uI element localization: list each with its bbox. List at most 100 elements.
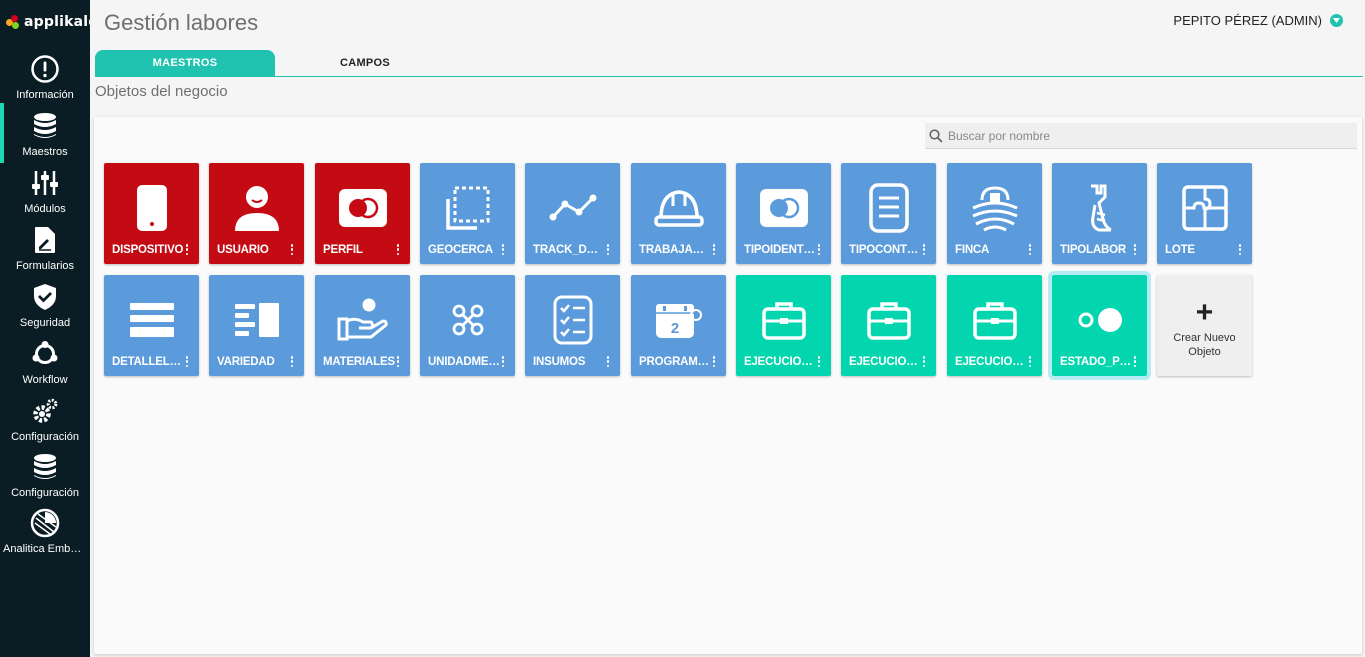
object-card-label: PERFIL <box>323 244 363 256</box>
more-vert-icon[interactable] <box>501 356 505 367</box>
object-card-insumos[interactable]: INSUMOS <box>525 275 620 376</box>
object-card-dispositivo[interactable]: DISPOSITIVO <box>104 163 199 264</box>
sidebar-item-label: Seguridad <box>19 317 71 329</box>
user-menu[interactable]: PEPITO PÉREZ (ADMIN) <box>1173 13 1343 28</box>
section-title: Objetos del negocio <box>95 83 228 100</box>
sidebar-item-formularios[interactable]: Formularios <box>0 225 90 281</box>
more-vert-icon[interactable] <box>1238 244 1242 255</box>
database-icon <box>30 452 60 482</box>
trend-line-icon <box>525 181 620 235</box>
more-vert-icon[interactable] <box>817 356 821 367</box>
object-card-unidadmedida[interactable]: UNIDADMEDIDA <box>420 275 515 376</box>
object-card-label: EJECUCIONINSUMO <box>849 356 921 368</box>
object-card-tipoidentificacion[interactable]: TIPOIDENTIFICACION <box>736 163 831 264</box>
object-card-label: TRACK_DEVICE <box>533 244 605 256</box>
more-vert-icon[interactable] <box>606 244 610 255</box>
sidebar-item-analitica[interactable]: Analitica Embebida <box>0 508 90 564</box>
sidebar-item-seguridad[interactable]: Seguridad <box>0 282 90 338</box>
object-card-estado-programacion[interactable]: ESTADO_PROGRAMACION <box>1048 271 1151 380</box>
object-card-label: INSUMOS <box>533 356 586 368</box>
briefcase-icon <box>841 293 936 347</box>
sidebar-item-label: Analitica Embebida <box>3 543 87 555</box>
search-bar <box>925 123 1357 149</box>
more-vert-icon[interactable] <box>922 356 926 367</box>
object-card-label: ESTADO_PROGRAMACION <box>1060 356 1132 368</box>
more-vert-icon[interactable] <box>1028 244 1032 255</box>
measure-icon <box>420 293 515 347</box>
more-vert-icon[interactable] <box>396 244 400 255</box>
object-card-label: TIPOLABOR <box>1060 244 1126 256</box>
sidebar-item-label: Módulos <box>24 203 66 215</box>
object-card-ejecucionlabor[interactable]: EJECUCIONLABOR <box>736 275 831 376</box>
sidebar-item-label: Formularios <box>15 260 75 272</box>
sidebar-item-label: Workflow <box>22 374 68 386</box>
pie-chart-icon <box>30 508 60 538</box>
object-card-label: TIPOIDENTIFICACION <box>744 244 816 256</box>
sidebar-item-configuracion-db[interactable]: Configuración <box>0 452 90 508</box>
sidebar-item-label: Configuración <box>11 487 79 499</box>
sidebar-item-modulos[interactable]: Módulos <box>0 168 90 224</box>
create-object-label: Crear Nuevo Objeto <box>1173 332 1236 358</box>
object-card-detallelote[interactable]: DETALLELOTE <box>104 275 199 376</box>
object-card-finca[interactable]: FINCA <box>947 163 1042 264</box>
chevron-down-icon[interactable] <box>1330 14 1343 27</box>
brand-logo[interactable]: applikalo <box>6 12 98 32</box>
object-card-usuario[interactable]: USUARIO <box>209 163 304 264</box>
sliders-icon <box>30 168 60 198</box>
create-object-button[interactable]: + Crear Nuevo Objeto <box>1157 275 1252 376</box>
object-card-perfil[interactable]: PERFIL <box>315 163 410 264</box>
sidebar-item-workflow[interactable]: Workflow <box>0 339 90 395</box>
sidebar-item-informacion[interactable]: Información <box>0 54 90 110</box>
more-vert-icon[interactable] <box>1133 244 1137 255</box>
more-vert-icon[interactable] <box>817 244 821 255</box>
more-vert-icon[interactable] <box>501 244 505 255</box>
search-icon <box>929 128 943 143</box>
search-input[interactable] <box>948 128 1348 143</box>
wrench-hand-icon <box>1052 181 1147 235</box>
object-card-label: PROGRAMACION <box>639 356 711 368</box>
sidebar-item-maestros[interactable]: Maestros <box>0 103 90 167</box>
more-vert-icon[interactable] <box>606 356 610 367</box>
sidebar-item-label: Maestros <box>22 146 68 158</box>
gears-icon <box>30 396 60 426</box>
more-vert-icon[interactable] <box>396 356 400 367</box>
more-vert-icon[interactable] <box>1028 356 1032 367</box>
more-vert-icon[interactable] <box>185 356 189 367</box>
geofence-icon <box>420 181 515 235</box>
object-card-tipolabor[interactable]: TIPOLABOR <box>1052 163 1147 264</box>
object-card-tipocontrato[interactable]: TIPOCONTRATO <box>841 163 936 264</box>
object-card-label: UNIDADMEDIDA <box>428 356 500 368</box>
document-icon <box>841 181 936 235</box>
profile-card-icon <box>315 181 410 235</box>
more-vert-icon[interactable] <box>1133 356 1137 367</box>
more-vert-icon[interactable] <box>290 244 294 255</box>
info-icon <box>30 54 60 84</box>
object-card-programacion[interactable]: 2 PROGRAMACION <box>631 275 726 376</box>
object-card-label: DISPOSITIVO <box>112 244 184 256</box>
more-vert-icon[interactable] <box>712 356 716 367</box>
object-card-ejecucioninsumo[interactable]: EJECUCIONINSUMO <box>841 275 936 376</box>
object-card-label: MATERIALES <box>323 356 395 368</box>
object-card-materiales[interactable]: MATERIALES <box>315 275 410 376</box>
object-card-variedad[interactable]: VARIEDAD <box>209 275 304 376</box>
object-card-trabajador[interactable]: TRABAJADOR <box>631 163 726 264</box>
tab-campos[interactable]: CAMPOS <box>275 50 455 76</box>
sidebar-item-label: Configuración <box>11 431 79 443</box>
user-name: PEPITO PÉREZ (ADMIN) <box>1173 13 1322 28</box>
farm-icon <box>947 181 1042 235</box>
more-vert-icon[interactable] <box>712 244 716 255</box>
sidebar-item-configuracion[interactable]: Configuración <box>0 396 90 452</box>
object-card-ejecucionmaterial[interactable]: EJECUCIONMATERIAL <box>947 275 1042 376</box>
object-card-track-device[interactable]: TRACK_DEVICE <box>525 163 620 264</box>
object-card-geocerca[interactable]: GEOCERCA <box>420 163 515 264</box>
more-vert-icon[interactable] <box>290 356 294 367</box>
logo-mark-icon <box>6 15 20 29</box>
puzzle-icon <box>1157 181 1252 235</box>
hand-give-icon <box>315 293 410 347</box>
more-vert-icon[interactable] <box>922 244 926 255</box>
object-card-label: TRABAJADOR <box>639 244 711 256</box>
tab-maestros[interactable]: MAESTROS <box>95 50 275 76</box>
more-vert-icon[interactable] <box>185 244 189 255</box>
object-card-lote[interactable]: LOTE <box>1157 163 1252 264</box>
list-panel-icon <box>209 293 304 347</box>
